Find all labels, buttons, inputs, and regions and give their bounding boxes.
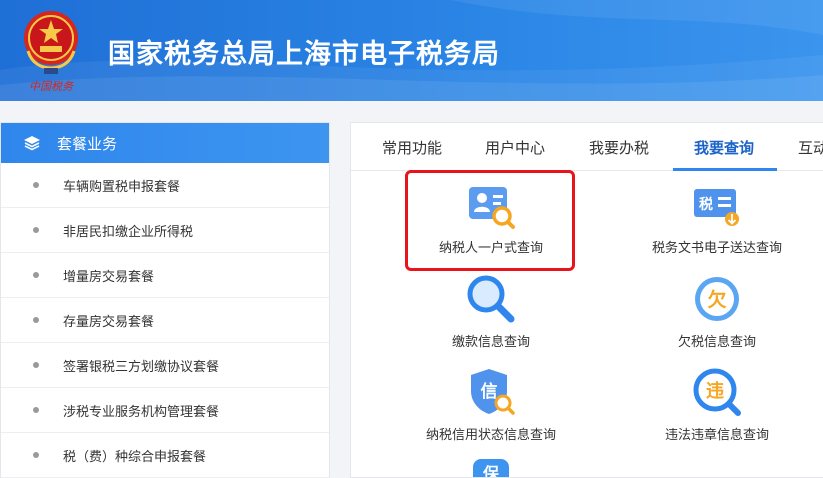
tab-user-center[interactable]: 用户中心 [485,137,545,158]
tax-document-delivery-icon: 税 [694,189,739,226]
sidebar-item-label: 税（费）种综合申报套餐 [63,449,207,465]
site-title: 国家税务总局上海市电子税务局 [108,39,500,70]
svg-text:违: 违 [706,380,724,402]
sidebar-item-label: 签署银税三方划缴协议套餐 [63,359,220,375]
layers-icon [24,136,40,151]
sidebar-item-nonresident-withholding[interactable]: 非居民扣缴企业所得税 [1,208,329,253]
bullet-icon [33,272,39,278]
svg-text:税: 税 [699,196,713,213]
sidebar-item-label: 车辆购置税申报套餐 [63,179,181,195]
main-panel: 常用功能 用户中心 我要办税 我要查询 互动 纳税人一户式查询 税 税务文书电子… [350,122,823,478]
credit-shield-icon: 信 [471,369,515,415]
sidebar-item-vehicle-purchase-tax[interactable]: 车辆购置税申报套餐 [1,163,329,208]
sidebar-item-agency-management[interactable]: 涉税专业服务机构管理套餐 [1,388,329,433]
service-label: 违法违章信息查询 [664,428,769,443]
service-partial-item[interactable]: 保 [391,457,591,478]
service-label: 纳税信用状态信息查询 [425,428,556,443]
service-credit-query[interactable]: 信 纳税信用状态信息查询 [391,366,591,443]
sidebar-heading: 套餐业务 [57,134,118,153]
arrears-icon: 欠 [695,277,739,321]
bullet-icon [33,227,39,233]
sidebar-header: 套餐业务 [1,123,329,163]
magnifier-icon [467,275,515,323]
svg-text:信: 信 [481,381,498,402]
sidebar-item-label: 增量房交易套餐 [63,269,155,285]
service-arrears-query[interactable]: 欠 欠税信息查询 [617,273,817,350]
sidebar-item-existing-housing[interactable]: 存量房交易套餐 [1,298,329,343]
service-label: 税务文书电子送达查询 [651,241,782,256]
sidebar-item-new-housing[interactable]: 增量房交易套餐 [1,253,329,298]
sidebar-item-comprehensive-filing[interactable]: 税（费）种综合申报套餐 [1,433,329,478]
active-tab-indicator [673,168,777,171]
bullet-icon [33,182,39,188]
sidebar-item-bank-agreement[interactable]: 签署银税三方划缴协议套餐 [1,343,329,388]
violation-search-icon: 违 [693,368,741,416]
highlight-box [405,170,575,271]
sidebar-list: 车辆购置税申报套餐 非居民扣缴企业所得税 增量房交易套餐 存量房交易套餐 签署银… [1,163,329,478]
service-violation-query[interactable]: 违 违法违章信息查询 [617,366,817,443]
tab-tax-handling[interactable]: 我要办税 [589,137,649,158]
site-header: 中国税务 国家税务总局上海市电子税务局 [0,0,823,101]
bullet-icon [33,452,39,458]
tax-emblem-logo: 中国税务 [24,11,78,93]
sidebar-item-label: 非居民扣缴企业所得税 [63,224,194,240]
tab-query[interactable]: 我要查询 [694,137,754,158]
sidebar-item-label: 涉税专业服务机构管理套餐 [63,404,220,420]
service-label: 欠税信息查询 [677,335,756,350]
tab-interaction[interactable]: 互动 [798,137,823,158]
bullet-icon [33,407,39,413]
bullet-icon [33,362,39,368]
svg-text:保: 保 [482,464,500,478]
svg-text:欠: 欠 [707,288,726,311]
service-label: 缴款信息查询 [451,335,530,350]
service-document-delivery[interactable]: 税 税务文书电子送达查询 [617,183,817,256]
tab-bar: 常用功能 用户中心 我要办税 我要查询 互动 [351,123,823,171]
tab-common-functions[interactable]: 常用功能 [382,137,442,158]
partial-service-icon: 保 [473,459,509,478]
bullet-icon [33,317,39,323]
emblem-caption: 中国税务 [29,80,74,93]
service-payment-query[interactable]: 缴款信息查询 [391,273,591,350]
package-sidebar: 套餐业务 车辆购置税申报套餐 非居民扣缴企业所得税 增量房交易套餐 存量房交易套… [0,122,330,478]
sidebar-item-label: 存量房交易套餐 [63,314,155,330]
